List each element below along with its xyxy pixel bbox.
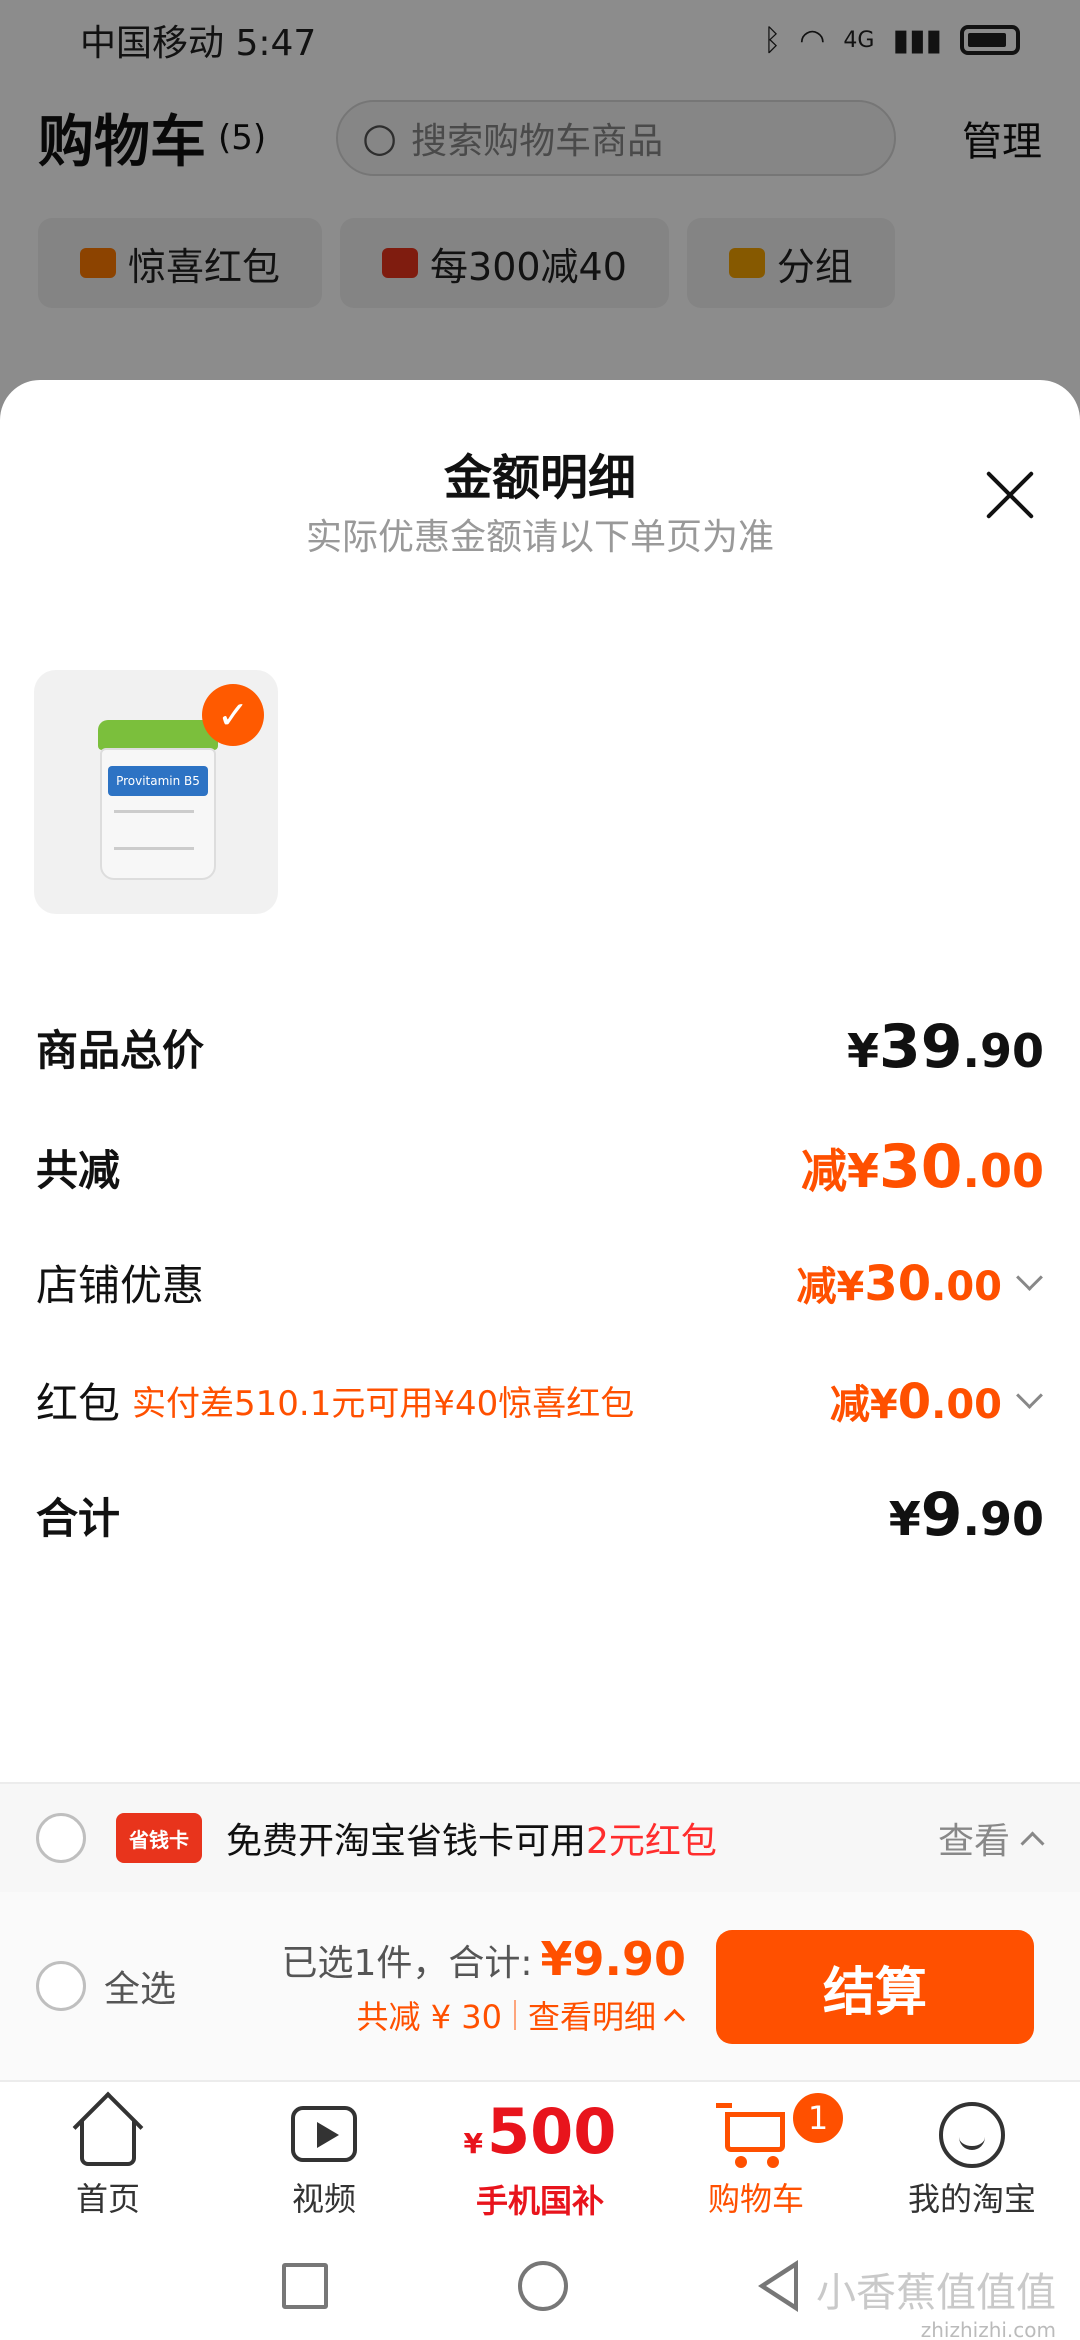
grand-total-label: 合计 <box>36 1493 121 1543</box>
total-discount-row: 共减 减¥ 30.00 <box>36 1132 1044 1202</box>
red-packet-row[interactable]: 红包 实付差510.1元可用¥40惊喜红包 减¥ 0.00 <box>36 1370 1044 1431</box>
smile-face-icon <box>937 2098 1007 2168</box>
total-discount-label: 共减 <box>36 1145 121 1195</box>
tab-my-taobao[interactable]: 我的淘宝 <box>864 2082 1080 2232</box>
bottom-tab-bar: 首页 视频 ¥500 手机国补 1 购物车 我的淘宝 <box>0 2082 1080 2232</box>
tab-label: 视频 <box>291 2180 356 2218</box>
chevron-down-icon <box>1014 1384 1044 1414</box>
promo-view-button[interactable]: 查看 <box>938 1812 1044 1864</box>
total-discount-value: 减¥ 30.00 <box>800 1132 1044 1202</box>
shop-discount-row[interactable]: 店铺优惠 减¥ 30.00 <box>36 1252 1044 1313</box>
video-icon <box>289 2098 359 2168</box>
selected-count: 已选1件，合计: <box>281 1943 533 1984</box>
save-card-promo-bar: 省钱卡 免费开淘宝省钱卡可用2元红包 查看 <box>0 1782 1080 1892</box>
cart-icon <box>716 2098 791 2168</box>
home-icon <box>72 2091 144 2168</box>
sheet-subtitle: 实际优惠金额请以下单页为准 <box>305 517 774 558</box>
promo-radio[interactable] <box>36 1813 86 1863</box>
checkout-discount: 共减 ¥ 30 <box>356 1998 502 2036</box>
tab-label: 我的淘宝 <box>907 2180 1036 2218</box>
subsidy-amount: ¥500 <box>463 2095 617 2168</box>
chevron-down-icon <box>1014 1266 1044 1296</box>
shop-discount-value: 减¥ 30.00 <box>797 1254 1045 1312</box>
total-price-label: 商品总价 <box>36 1025 205 1075</box>
checkout-total: ¥9.90 <box>540 1932 686 1986</box>
tab-cart[interactable]: 1 购物车 <box>648 2082 864 2232</box>
close-button[interactable] <box>980 465 1040 525</box>
recents-button[interactable] <box>282 2263 328 2309</box>
promo-text: 免费开淘宝省钱卡可用2元红包 <box>226 1821 717 1862</box>
product-image: Provitamin B5 <box>98 720 218 880</box>
red-packet-label: 红包 <box>36 1379 121 1428</box>
cart-badge: 1 <box>790 2090 846 2146</box>
tab-phone-subsidy[interactable]: ¥500 手机国补 <box>432 2082 648 2232</box>
checkout-bar: 全选 已选1件，合计: ¥9.90 共减 ¥ 30 查看明细 结算 <box>0 1892 1080 2082</box>
tab-label: 购物车 <box>707 2180 804 2218</box>
product-thumbnail[interactable]: Provitamin B5 ✓ <box>34 670 278 914</box>
view-detail-link[interactable]: 查看明细 <box>528 1992 656 2038</box>
back-button[interactable] <box>758 2260 798 2312</box>
tab-label: 首页 <box>75 2180 140 2218</box>
subsidy-label: 手机国补 <box>475 2182 604 2220</box>
home-button[interactable] <box>518 2261 568 2311</box>
tab-home[interactable]: 首页 <box>0 2082 216 2232</box>
shop-discount-label: 店铺优惠 <box>36 1261 205 1310</box>
promo-highlight: 2元红包 <box>586 1821 717 1862</box>
sheet-title: 金额明细 <box>443 450 636 506</box>
select-all-radio[interactable] <box>36 1961 86 2011</box>
product-label: Provitamin B5 <box>108 766 208 796</box>
red-packet-value: 减¥ 0.00 <box>830 1372 1044 1430</box>
tab-video[interactable]: 视频 <box>216 2082 432 2232</box>
watermark: 小香蕉值值值 zhizhizhi.com <box>816 2270 1056 2340</box>
grand-total-value: ¥9.90 <box>888 1480 1044 1550</box>
chevron-up-icon <box>1018 1825 1044 1851</box>
checkout-button[interactable]: 结算 <box>716 1930 1034 2044</box>
total-price-row: 商品总价 ¥39.90 <box>36 1012 1044 1082</box>
save-card-badge: 省钱卡 <box>116 1813 202 1863</box>
selected-check-icon: ✓ <box>202 684 264 746</box>
total-price-value: ¥39.90 <box>846 1012 1044 1082</box>
checkout-summary: 已选1件，合计: ¥9.90 共减 ¥ 30 查看明细 <box>281 1932 686 2038</box>
red-packet-note: 实付差510.1元可用¥40惊喜红包 <box>132 1384 635 1424</box>
chevron-up-icon <box>662 2003 686 2027</box>
select-all-toggle[interactable]: 全选 <box>36 1960 176 2012</box>
grand-total-row: 合计 ¥9.90 <box>36 1480 1044 1550</box>
divider <box>513 2000 516 2030</box>
select-all-label: 全选 <box>104 1969 177 2010</box>
